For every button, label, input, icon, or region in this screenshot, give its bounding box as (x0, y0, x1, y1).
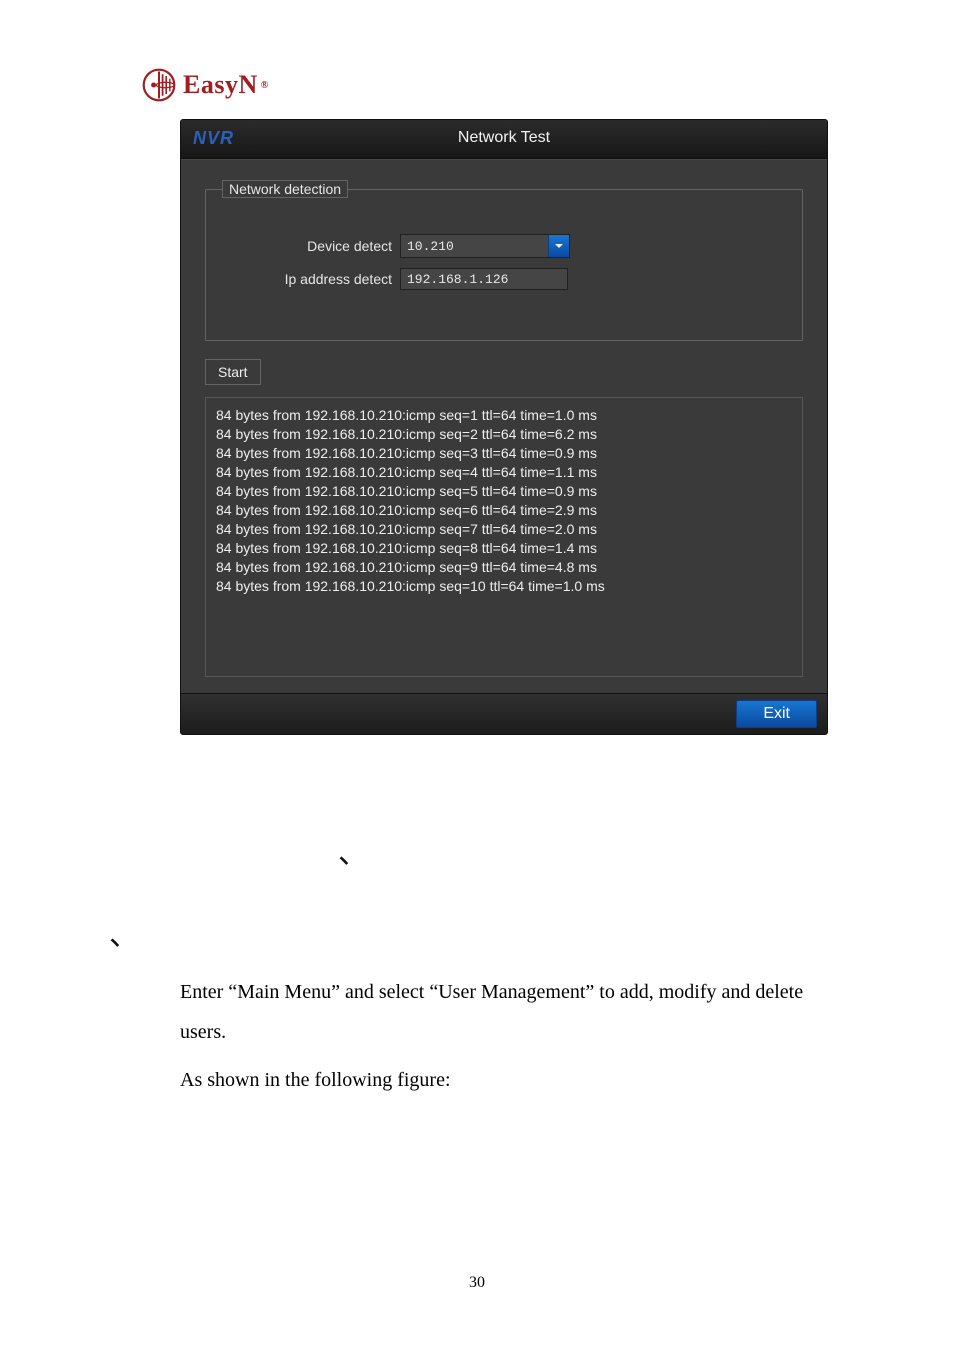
doc-instruction-text: Enter “Main Menu” and select “User Manag… (180, 972, 840, 1108)
ip-address-detect-row: Ip address detect (222, 268, 786, 290)
dialog-footer: Exit (181, 693, 827, 734)
dialog-titlebar: NVR Network Test (181, 120, 827, 159)
brand-logo-registered: ® (261, 80, 269, 91)
ip-address-detect-label: Ip address detect (222, 271, 400, 287)
device-detect-value: 10.210 (401, 235, 548, 257)
device-detect-label: Device detect (222, 238, 400, 254)
network-test-dialog: NVR Network Test Network detection Devic… (180, 119, 828, 735)
doc-line-2: As shown in the following figure: (180, 1060, 840, 1100)
start-button[interactable]: Start (205, 359, 261, 385)
device-detect-row: Device detect 10.210 (222, 234, 786, 258)
dialog-title: Network Test (181, 129, 827, 147)
stray-punctuation: 、 (109, 910, 139, 954)
doc-line-1: Enter “Main Menu” and select “User Manag… (180, 972, 840, 1052)
brand-logo-text: EasyN (183, 72, 258, 98)
stray-punctuation: 、 (338, 828, 368, 872)
ping-output: 84 bytes from 192.168.10.210:icmp seq=1 … (205, 397, 803, 677)
device-detect-select[interactable]: 10.210 (400, 234, 570, 258)
ip-address-detect-input[interactable] (400, 268, 568, 290)
network-detection-fieldset: Network detection Device detect 10.210 I… (205, 180, 803, 341)
exit-button[interactable]: Exit (736, 700, 817, 728)
brand-logo-icon (141, 67, 177, 103)
network-detection-legend: Network detection (222, 180, 348, 198)
page-number: 30 (0, 1274, 954, 1292)
dropdown-arrow-icon[interactable] (548, 235, 569, 257)
brand-logo: EasyN ® (141, 67, 269, 103)
